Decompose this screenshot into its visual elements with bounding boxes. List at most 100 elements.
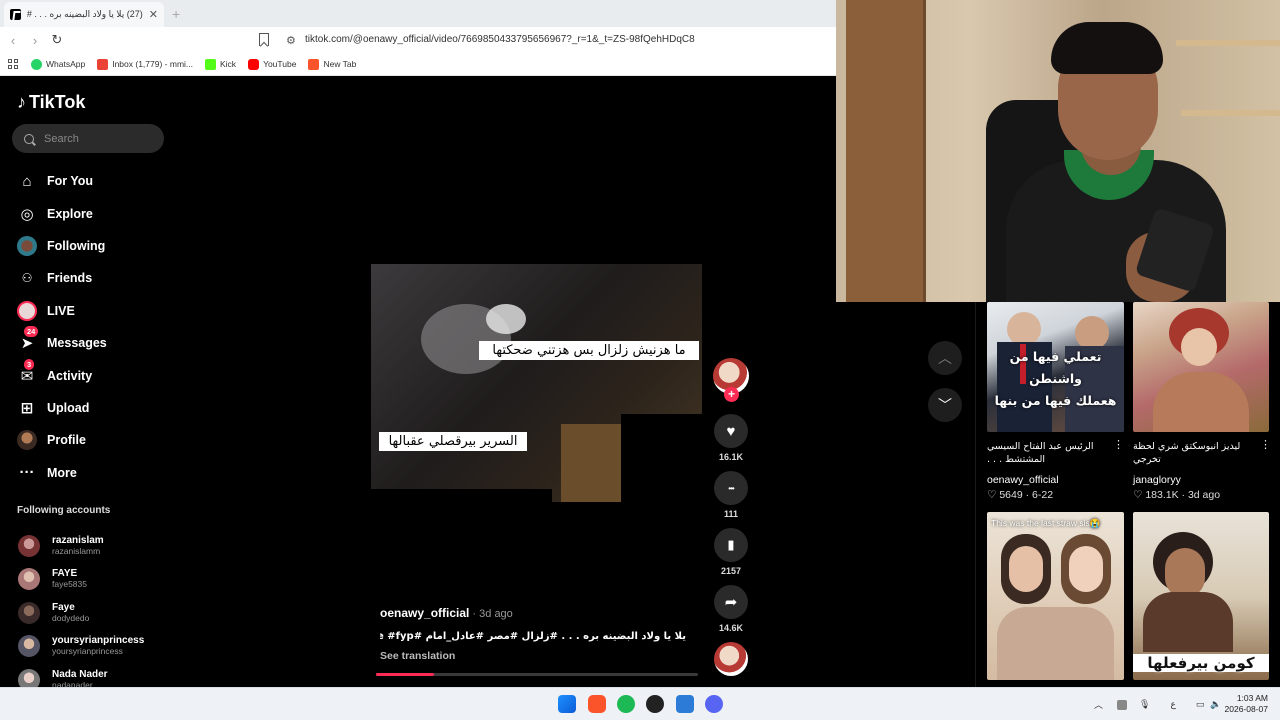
obs-icon[interactable] xyxy=(646,695,664,713)
compass-icon: ◎ xyxy=(20,205,34,223)
video-caption-top: ما هزنيش زلزال بس هزتني ضحكتها xyxy=(479,341,699,360)
nav-for-you[interactable]: ⌂ For You xyxy=(16,165,107,197)
previous-video-button[interactable]: ︿ xyxy=(928,341,962,375)
tiktok-note-icon: ♪ xyxy=(17,92,26,112)
recommended-thumbnail[interactable]: كومن بيرفعلها xyxy=(1133,512,1269,680)
nav-profile[interactable]: Profile xyxy=(16,424,107,456)
brave-browser-icon[interactable] xyxy=(588,695,606,713)
volume-icon[interactable]: 🔈 xyxy=(1210,699,1221,710)
see-translation-link[interactable]: See translation xyxy=(380,650,455,662)
address-bar[interactable]: tiktok.com/@oenawy_official/video/766985… xyxy=(305,34,695,45)
thumbnail-overlay-text: كومن بيرفعلها xyxy=(1133,654,1269,672)
chevron-up-icon: ︿ xyxy=(938,350,952,366)
activity-icon: ✉ 3 xyxy=(20,358,35,385)
brave-icon xyxy=(308,58,320,70)
heart-icon: ♥ xyxy=(714,414,748,448)
tab-close-icon[interactable]: ✕ xyxy=(149,8,158,21)
share-button[interactable]: ➦ 14.6K xyxy=(713,585,749,633)
save-count: 2157 xyxy=(720,566,742,576)
browser-tab-bar: (27) يلا يا ولاد البضينه بره . . . #زلزا… xyxy=(0,0,836,27)
back-button[interactable]: ‹ xyxy=(4,33,22,48)
save-button[interactable]: ▮ 2157 xyxy=(713,528,749,576)
comment-button[interactable]: ••• 111 xyxy=(713,471,749,519)
avatar xyxy=(18,534,40,557)
apps-grid-icon[interactable] xyxy=(8,58,19,70)
video-player[interactable]: ما هزنيش زلزال بس هزتني ضحكتها السرير بي… xyxy=(371,264,702,502)
nav-following[interactable]: Following xyxy=(16,230,107,262)
browser-nav-bar: ‹ › ↻ ⚙ tiktok.com/@oenawy_official/vide… xyxy=(0,27,836,53)
recommended-meta: ♡ 5649 · 6-22 xyxy=(987,489,1054,501)
windows-start-icon[interactable] xyxy=(558,695,576,713)
like-button[interactable]: ♥ 16.1K xyxy=(713,414,749,462)
account-item[interactable]: razanislam razanislamm xyxy=(18,529,144,563)
following-accounts-header: Following accounts xyxy=(17,505,111,516)
recommended-meta: ♡ 183.1K · 3d ago xyxy=(1133,489,1221,501)
recommended-title[interactable]: الرئيس عبد الفتاح السيسي المشتشط . . . xyxy=(987,440,1107,466)
sound-avatar[interactable] xyxy=(713,642,749,676)
language-indicator[interactable]: ع xyxy=(1170,699,1175,710)
following-accounts-list: razanislam razanislamm FAYE faye5835 Faye d… xyxy=(18,529,144,697)
new-tab-button[interactable]: + xyxy=(172,6,180,22)
creator-avatar[interactable]: + xyxy=(713,358,749,402)
account-item[interactable]: FAYE faye5835 xyxy=(18,563,144,597)
nav-live[interactable]: LIVE xyxy=(16,295,107,327)
bookmark-gmail[interactable]: Inbox (1,779) - mmi... xyxy=(97,58,193,70)
recommended-panel: تعملي فيها من واشنطن هعملك فيها من بنها … xyxy=(975,302,1280,687)
tiktok-page: ♪ TikTok Search ⌂ For You ◎ Explore Foll xyxy=(0,77,962,691)
next-video-button[interactable]: ﹀ xyxy=(928,388,962,422)
tiktok-logo[interactable]: ♪ TikTok xyxy=(17,92,85,113)
account-item[interactable]: Faye dodydedo xyxy=(18,596,144,630)
nav-messages[interactable]: ➤ 24 Messages xyxy=(16,326,107,359)
site-info-icon[interactable]: ⚙ xyxy=(286,34,296,47)
sound-disc-icon xyxy=(714,642,748,676)
comment-count: 111 xyxy=(723,509,739,519)
video-progress-bar[interactable] xyxy=(376,673,698,676)
recommended-thumbnail[interactable]: تعملي فيها من واشنطن هعملك فيها من بنها xyxy=(987,302,1124,432)
whatsapp-icon xyxy=(31,58,42,70)
video-author[interactable]: oenawy_official · 3d ago xyxy=(380,606,513,620)
network-icon[interactable]: ▭ xyxy=(1196,699,1205,710)
search-input[interactable]: Search xyxy=(12,124,164,153)
bookmark-new-tab[interactable]: New Tab xyxy=(308,58,356,70)
kick-icon xyxy=(205,58,216,70)
more-options-icon[interactable]: ⋮ xyxy=(1260,438,1271,451)
spotify-icon[interactable] xyxy=(617,695,635,713)
bookmark-whatsapp[interactable]: WhatsApp xyxy=(31,58,85,70)
discord-icon[interactable] xyxy=(705,695,723,713)
nav-friends[interactable]: ⚇ Friends xyxy=(16,262,107,294)
nav-activity[interactable]: ✉ 3 Activity xyxy=(16,358,107,391)
taskbar: ︿ 🎙 ع ▭ 🔈 1:03 AM 2026-08-07 xyxy=(0,687,1280,720)
nav-upload[interactable]: ⊞ Upload xyxy=(16,392,107,424)
live-avatar-icon xyxy=(17,300,37,321)
bookmark-youtube[interactable]: YouTube xyxy=(248,58,296,70)
bookmark-page-icon[interactable] xyxy=(259,33,269,46)
sidebar-nav: ⌂ For You ◎ Explore Following ⚇ Friends xyxy=(16,165,107,489)
recommended-title[interactable]: ليديز انبوسكتق شري لحظة تخرجي xyxy=(1133,440,1253,466)
forward-button[interactable]: › xyxy=(26,33,44,48)
activity-badge: 3 xyxy=(24,358,35,370)
microphone-icon[interactable]: 🎙 xyxy=(1139,699,1150,710)
tray-chevron-up-icon[interactable]: ︿ xyxy=(1094,698,1103,711)
nav-more[interactable]: ··· More xyxy=(16,457,107,489)
tiktok-favicon-icon xyxy=(10,9,21,20)
messages-icon: ➤ 24 xyxy=(16,326,39,354)
reload-button[interactable]: ↻ xyxy=(48,32,66,48)
follow-plus-button[interactable]: + xyxy=(724,387,739,402)
photos-icon[interactable] xyxy=(676,695,694,713)
bookmark-kick[interactable]: Kick xyxy=(205,58,236,70)
recommended-user[interactable]: janagloryy xyxy=(1133,474,1181,486)
nav-explore[interactable]: ◎ Explore xyxy=(16,197,107,229)
recommended-thumbnail[interactable] xyxy=(1133,302,1269,432)
more-options-icon[interactable]: ⋮ xyxy=(1113,438,1124,451)
system-clock[interactable]: 1:03 AM 2026-08-07 xyxy=(1225,693,1268,715)
recommended-user[interactable]: oenawy_official xyxy=(987,474,1059,486)
home-icon: ⌂ xyxy=(22,172,32,190)
tab-title: (27) يلا يا ولاد البضينه بره . . . #زلزا xyxy=(27,9,143,19)
account-item[interactable]: yoursyrianprincess yoursyrianprincess xyxy=(18,630,144,664)
upload-icon: ⊞ xyxy=(20,399,34,417)
browser-tab[interactable]: (27) يلا يا ولاد البضينه بره . . . #زلزا… xyxy=(4,2,164,27)
tray-app-icon[interactable] xyxy=(1117,699,1128,710)
recommended-thumbnail[interactable]: This was the last straw sis😭 xyxy=(987,512,1124,680)
thumbnail-overlay-text: This was the last straw sis😭 xyxy=(991,518,1101,528)
video-progress-fill xyxy=(376,673,434,676)
